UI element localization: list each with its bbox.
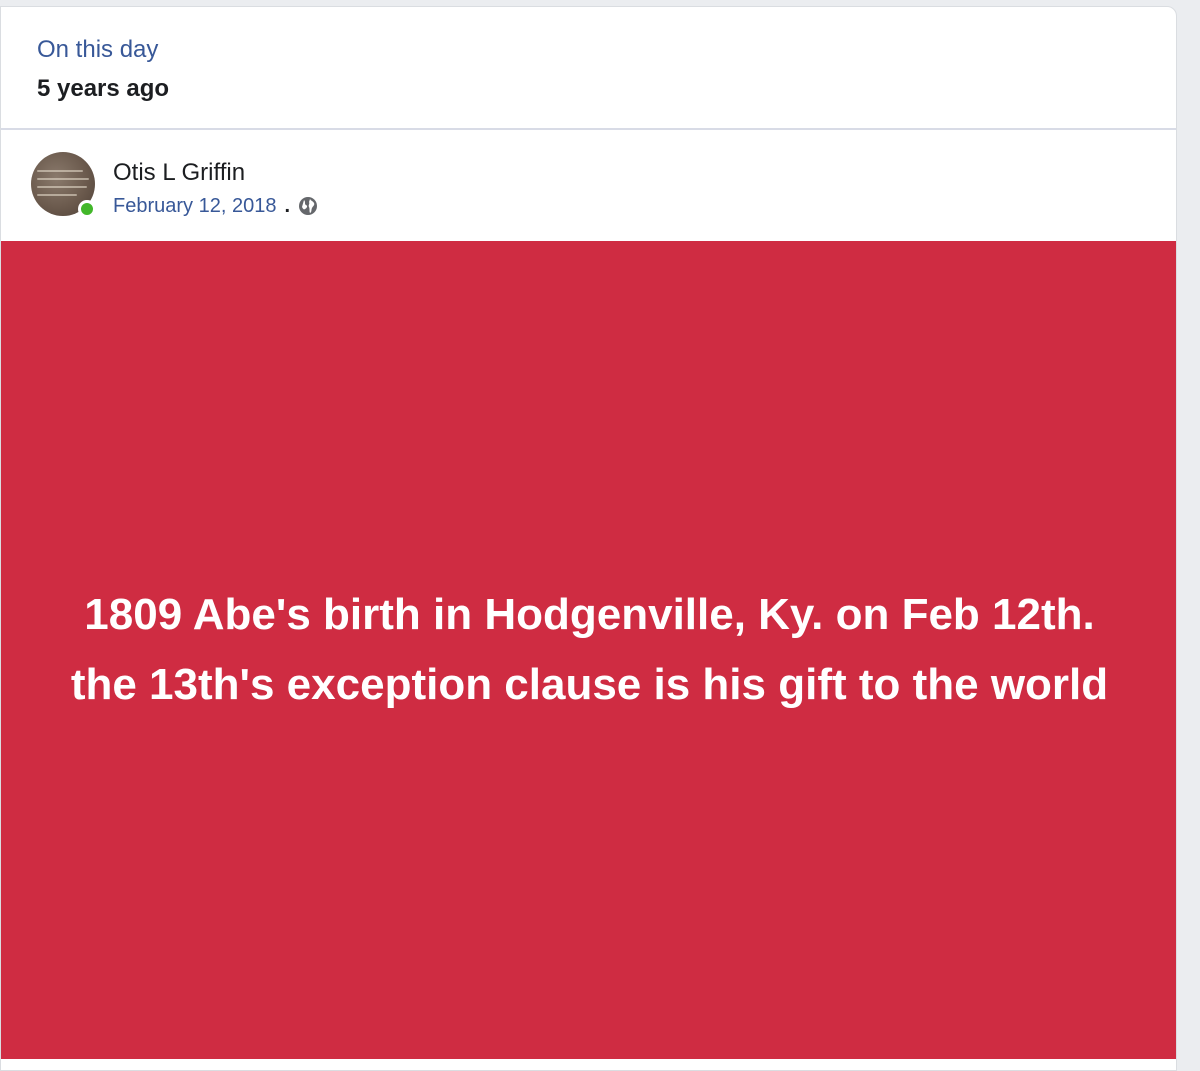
author-name[interactable]: Otis L Griffin <box>113 158 245 188</box>
meta-separator: . <box>284 194 290 217</box>
on-this-day-link[interactable]: On this day <box>37 35 158 65</box>
globe-icon[interactable] <box>298 196 318 216</box>
memories-header: On this day 5 years ago <box>1 7 1176 130</box>
years-ago-label: 5 years ago <box>37 75 170 102</box>
post-text: 1809 Abe's birth in Hodgenville, Ky. on … <box>70 590 1109 709</box>
post-header: Otis L Griffin February 12, 2018 . <box>1 130 1176 241</box>
post-meta: February 12, 2018 . <box>113 193 318 219</box>
online-status-indicator <box>78 200 96 218</box>
post-background[interactable]: 1809 Abe's birth in Hodgenville, Ky. on … <box>1 241 1176 1059</box>
post-date[interactable]: February 12, 2018 <box>113 195 276 218</box>
memory-card: On this day 5 years ago Otis L Griffin F… <box>0 6 1177 1071</box>
